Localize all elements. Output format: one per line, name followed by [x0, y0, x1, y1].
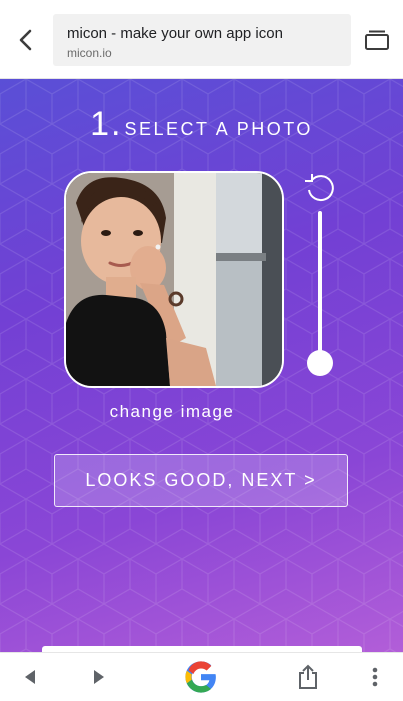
step-number-dot: .	[111, 105, 123, 143]
nav-forward-button[interactable]	[84, 663, 114, 691]
step-number: 1	[90, 105, 112, 143]
triangle-right-icon	[94, 670, 104, 684]
triangle-left-icon	[25, 670, 35, 684]
next-button[interactable]: LOOKS GOOD, NEXT >	[54, 454, 348, 507]
google-logo-icon	[185, 661, 216, 693]
address-bar[interactable]: micon - make your own app icon micon.io	[53, 14, 351, 66]
zoom-slider-track[interactable]	[318, 211, 322, 363]
change-image-link[interactable]: change image	[90, 402, 254, 422]
step-label: SELECT A PHOTO	[124, 119, 313, 139]
rotate-icon	[305, 174, 334, 202]
step-heading: 1. SELECT A PHOTO	[0, 105, 403, 144]
google-home-button[interactable]	[183, 660, 219, 694]
page-title: micon - make your own app icon	[67, 25, 283, 42]
browser-top-bar: micon - make your own app icon micon.io	[0, 0, 403, 79]
rotate-button[interactable]	[303, 170, 337, 204]
share-icon	[299, 664, 317, 689]
back-arrow-icon	[19, 29, 32, 51]
browser-bottom-bar	[0, 652, 403, 701]
more-vertical-icon	[372, 667, 378, 687]
back-button[interactable]	[8, 22, 44, 58]
nav-back-button[interactable]	[15, 663, 45, 691]
tabs-button[interactable]	[360, 24, 394, 56]
photo-preview[interactable]	[64, 171, 284, 388]
more-menu-button[interactable]	[360, 663, 390, 691]
main-content: 1. SELECT A PHOTO change image LOOKS GOO…	[0, 79, 403, 652]
zoom-slider-thumb[interactable]	[307, 350, 333, 376]
tabs-icon	[365, 30, 389, 50]
page-domain: micon.io	[67, 46, 112, 60]
share-button[interactable]	[293, 663, 323, 691]
selected-photo	[66, 173, 282, 386]
